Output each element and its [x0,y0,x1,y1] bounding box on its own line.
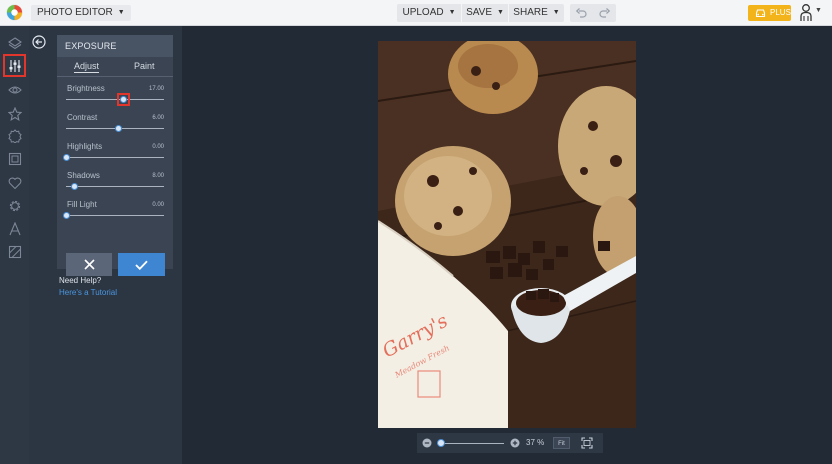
user-avatar-icon[interactable] [799,4,813,22]
close-icon [83,259,95,270]
slider-handle[interactable] [63,154,70,161]
tool-rail [0,26,29,464]
frame-icon[interactable] [3,147,26,170]
panel-title: EXPOSURE [57,35,173,57]
zoom-slider-track[interactable] [437,443,504,444]
photo-image [378,41,636,428]
brightness-slider[interactable]: Brightness 17.00 [66,84,164,110]
undo-redo-group [570,4,616,22]
slider-value: 17.00 [148,86,164,92]
contrast-slider[interactable]: Contrast 6.00 [66,113,164,139]
slider-track[interactable] [66,186,164,187]
badge-icon[interactable] [3,124,26,147]
slider-label: Fill Light [67,200,97,209]
slider-value: 8.00 [152,173,164,179]
eye-icon[interactable] [3,78,26,101]
text-icon[interactable] [3,217,26,240]
slider-handle[interactable] [63,212,70,219]
tab-adjust[interactable]: Adjust [74,61,100,73]
help-title: Need Help? [59,276,102,285]
panel-column: EXPOSURE Adjust Paint Brightness 17.00 C… [29,26,182,464]
zoom-slider-handle[interactable] [437,439,446,447]
canvas-area: Garry's Meadow Fresh 37 % Fit [182,26,832,464]
upload-label: UPLOAD [402,7,444,18]
slider-handle[interactable] [70,183,78,190]
slider-label: Shadows [67,171,100,180]
save-label: SAVE [466,7,492,18]
chevron-down-icon: ▼ [448,9,456,16]
slider-track[interactable] [66,99,164,100]
cancel-button[interactable] [66,253,112,276]
slider-value: 0.00 [152,144,164,150]
upload-button[interactable]: UPLOAD ▼ [397,4,461,22]
tutorial-link[interactable]: Here's a Tutorial [59,288,117,297]
chevron-down-icon: ▼ [497,9,504,16]
slider-label: Brightness [67,84,105,93]
adjust-sliders-icon[interactable] [3,54,26,77]
chevron-down-icon: ▼ [117,9,125,16]
heart-icon[interactable] [3,171,26,194]
plus-label: PLUS [770,8,791,17]
chevron-down-icon: ▼ [552,9,560,16]
zoom-value: 37 % [526,438,545,447]
shadows-slider[interactable]: Shadows 8.00 [66,171,164,197]
slider-track[interactable] [66,157,164,158]
photo-canvas[interactable]: Garry's Meadow Fresh [378,41,636,428]
slider-track[interactable] [66,215,164,216]
share-button[interactable]: SHARE ▼ [509,4,564,22]
layers-icon[interactable] [3,31,26,54]
gear-icon[interactable] [3,194,26,217]
slider-label: Highlights [67,142,103,151]
save-button[interactable]: SAVE ▼ [462,4,508,22]
plus-upgrade-button[interactable]: PLUS [748,5,791,21]
star-icon[interactable] [3,102,26,125]
app-title-dropdown[interactable]: PHOTO EDITOR ▼ [31,5,131,21]
slider-value: 0.00 [152,202,164,208]
share-label: SHARE [513,7,548,18]
car-icon [755,9,766,18]
undo-icon[interactable] [576,8,587,18]
fit-button[interactable]: Fit [553,437,570,449]
zoom-bar: 37 % Fit [417,433,603,453]
fill-light-slider[interactable]: Fill Light 0.00 [63,200,164,226]
app-logo-icon[interactable] [6,4,23,21]
top-bar: PHOTO EDITOR ▼ UPLOAD ▼ SAVE ▼ SHARE ▼ PLUS … [0,0,832,26]
check-icon [135,260,148,270]
chevron-down-icon[interactable]: ▼ [815,7,822,14]
slider-label: Contrast [67,113,98,122]
zoom-out-icon[interactable] [422,438,432,448]
app-title: PHOTO EDITOR [37,7,113,18]
back-arrow-icon[interactable] [32,35,46,49]
fullscreen-icon[interactable] [581,437,593,449]
exposure-panel: EXPOSURE Adjust Paint Brightness 17.00 C… [57,35,173,276]
panel-tabs: Adjust Paint [57,57,173,77]
slider-value: 6.00 [152,115,164,121]
handle-highlight [116,93,130,106]
apply-button[interactable] [118,253,165,276]
tab-paint[interactable]: Paint [134,61,155,71]
slider-handle[interactable] [114,125,122,132]
zoom-in-icon[interactable] [510,438,520,448]
texture-icon[interactable] [3,240,26,263]
highlights-slider[interactable]: Highlights 0.00 [63,142,164,168]
redo-icon[interactable] [599,8,610,18]
